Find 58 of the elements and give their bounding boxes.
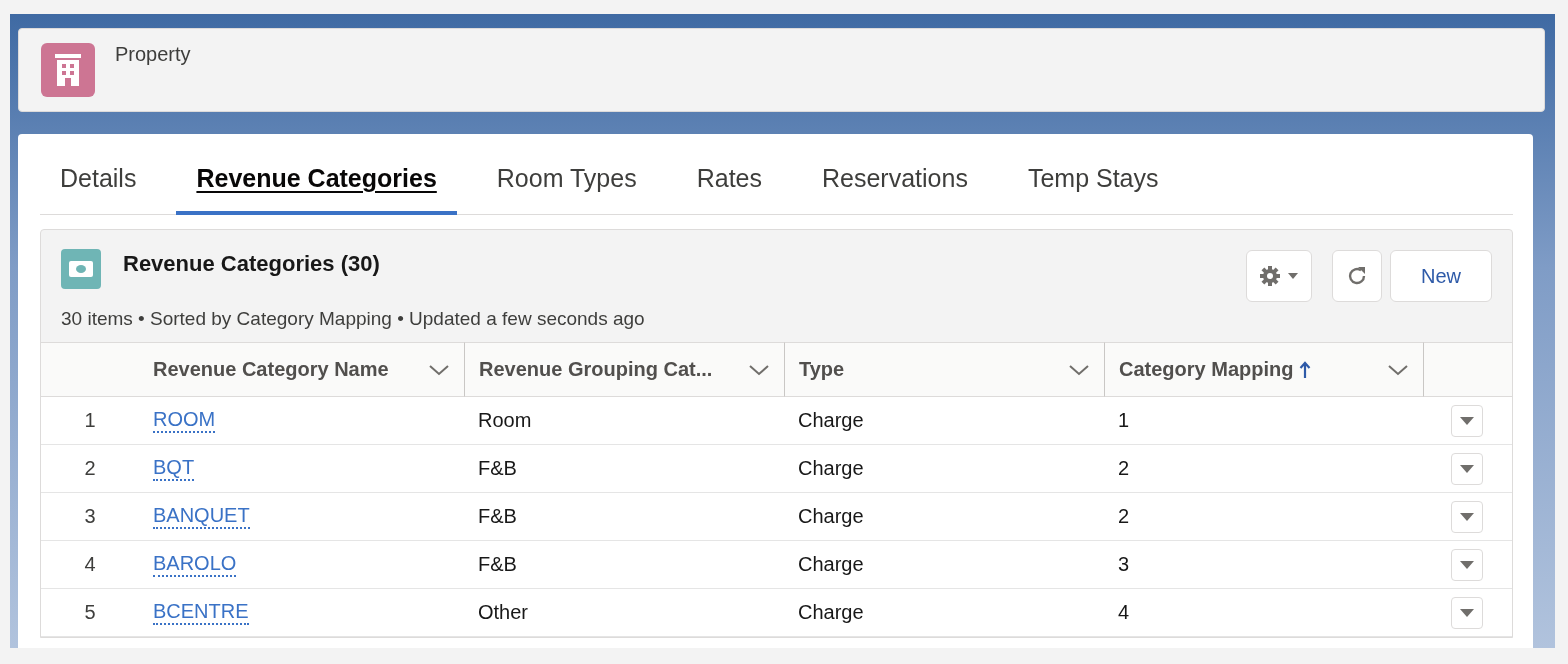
tab[interactable]: Room Types [476, 146, 657, 215]
table-cell: 2 [1118, 505, 1130, 528]
column-header[interactable]: Revenue Category Name [139, 342, 464, 397]
row-actions-button[interactable] [1451, 596, 1483, 629]
table-cell: F&B [478, 457, 517, 480]
tab[interactable]: Revenue Categories [176, 146, 457, 215]
table-cell: Charge [798, 505, 864, 528]
row-actions-button[interactable] [1451, 404, 1483, 437]
column-header[interactable]: Revenue Grouping Cat... [464, 342, 784, 397]
chevron-down-icon[interactable] [748, 362, 770, 377]
banknote-icon [61, 249, 101, 289]
tab[interactable]: Temp Stays [1007, 146, 1179, 215]
row-number: 4 [84, 553, 96, 576]
refresh-button[interactable] [1332, 250, 1382, 302]
caret-down-icon [1459, 415, 1475, 426]
caret-down-icon [1459, 511, 1475, 522]
table-cell: Charge [798, 601, 864, 624]
row-number: 5 [84, 601, 96, 624]
tab[interactable]: Reservations [802, 146, 988, 215]
chevron-down-icon[interactable] [1387, 362, 1409, 377]
new-button[interactable]: New [1390, 250, 1492, 302]
table-cell: 4 [1118, 601, 1130, 624]
record-link[interactable]: BANQUET [153, 504, 250, 529]
chevron-down-icon[interactable] [428, 362, 450, 377]
row-number: 1 [84, 409, 96, 432]
chevron-down-icon[interactable] [1068, 362, 1090, 377]
record-link[interactable]: BCENTRE [153, 600, 249, 625]
table-cell: 3 [1118, 553, 1130, 576]
record-link[interactable]: BQT [153, 456, 195, 481]
list-title: Revenue Categories (30) [123, 251, 381, 277]
caret-down-icon [1459, 607, 1475, 618]
row-actions-button[interactable] [1451, 452, 1483, 485]
row-actions-button[interactable] [1451, 548, 1483, 581]
settings-button[interactable] [1246, 250, 1312, 302]
table-cell: Charge [798, 553, 864, 576]
caret-down-icon [1459, 463, 1475, 474]
caret-icon [1287, 272, 1299, 280]
record-link[interactable]: BAROLO [153, 552, 237, 577]
row-actions-button[interactable] [1451, 500, 1483, 533]
table-cell: Charge [798, 457, 864, 480]
table-cell: Other [478, 601, 529, 624]
record-link[interactable]: ROOM [153, 408, 216, 433]
column-header[interactable]: Category Mapping [1104, 342, 1423, 397]
building-icon [41, 43, 95, 97]
table-cell: 2 [1118, 457, 1130, 480]
table-cell: F&B [478, 505, 517, 528]
table-cell: Room [478, 409, 532, 432]
table-cell: F&B [478, 553, 517, 576]
caret-down-icon [1459, 559, 1475, 570]
row-number: 2 [84, 457, 96, 480]
object-label: Property [115, 43, 191, 66]
tab[interactable]: Details [40, 146, 157, 215]
table-cell: Charge [798, 409, 864, 432]
row-number: 3 [84, 505, 96, 528]
column-header[interactable]: Type [784, 342, 1104, 397]
tab[interactable]: Rates [676, 146, 782, 215]
list-summary: 30 items • Sorted by Category Mapping • Updated a few seconds ago [61, 308, 646, 330]
table-cell: 1 [1118, 409, 1130, 432]
